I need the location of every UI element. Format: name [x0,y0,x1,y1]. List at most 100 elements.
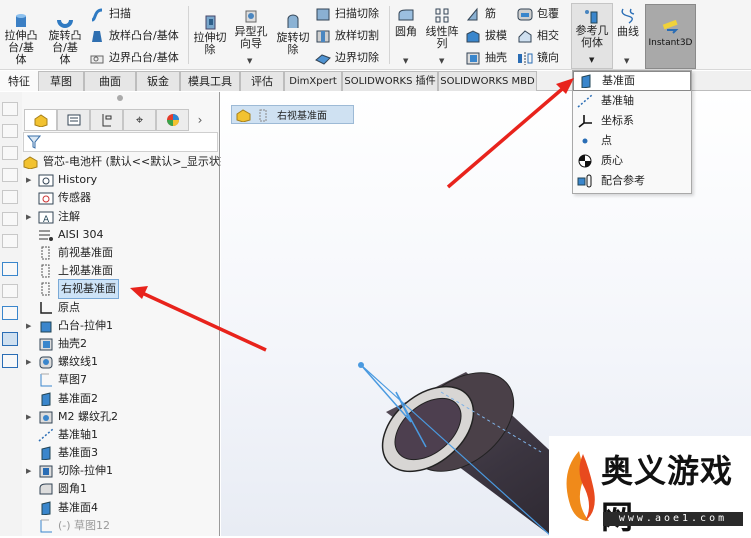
boundary-boss-button[interactable]: 边界凸台/基体 [89,49,179,67]
extrude-boss-button[interactable]: 拉伸凸台/基体 [3,12,39,66]
expand-arrow-icon[interactable]: ▶ [26,171,34,189]
copy-icon[interactable] [2,332,18,346]
tree-item[interactable]: 右视基准面 [22,279,220,300]
extrude-cut-button[interactable]: 拉伸切除 [192,14,228,56]
tree-item[interactable]: 前视基准面 [22,244,220,262]
expand-arrow-icon[interactable]: ▶ [26,408,34,426]
shell-button[interactable]: 抽壳 [465,49,507,67]
tree-item[interactable]: ▶ 螺纹线1 [22,353,220,371]
tree-item[interactable]: ▶ 凸台-拉伸1 [22,317,220,335]
tree-item[interactable]: ▶ 切除-拉伸1 [22,462,220,480]
menu-item-point[interactable]: 点 [573,131,691,151]
loft-cut-button[interactable]: 放样切割 [315,27,379,45]
tab-dimxpert-manager[interactable]: ⌖ [123,109,156,131]
paste-icon[interactable] [2,354,18,368]
menu-item-mate-reference[interactable]: 配合参考 [573,171,691,191]
extrude-icon [40,321,52,333]
curves-dropdown-caret[interactable]: ▼ [624,57,629,65]
hole-wizard-dropdown-caret[interactable]: ▼ [247,57,252,65]
ref-plane-icon [41,391,51,406]
tool-icon[interactable] [2,284,18,298]
fillet-dropdown-caret[interactable]: ▼ [403,57,408,65]
tree-item[interactable]: ▶ A 注解 [22,208,220,226]
draft-icon [466,29,480,42]
filter-icon [27,135,41,149]
tab-property-manager[interactable] [57,109,90,131]
linear-pattern-dropdown-caret[interactable]: ▼ [439,57,444,65]
watermark-url: www.aoe1.com [603,512,743,526]
expand-arrow-icon[interactable]: ▶ [26,208,34,226]
tree-filter-input[interactable] [23,132,218,152]
tree-item[interactable]: 传感器 [22,189,220,207]
linear-pattern-button[interactable]: 线性阵列 [424,8,460,50]
tree-item[interactable]: 基准轴1 [22,426,220,444]
panel-tabs-more-chevron-icon[interactable]: › [189,109,211,131]
select-icon[interactable] [2,262,18,276]
sweep-button[interactable]: 扫描 [89,5,131,23]
loft-boss-button[interactable]: 放样凸台/基体 [89,27,179,45]
display-icon[interactable] [2,306,18,320]
tree-item[interactable]: 上视基准面 [22,262,220,280]
menu-item-center-of-mass[interactable]: 质心 [573,151,691,171]
feature-manager-panel: ⌖ › 管芯-电池杆 (默认<<默认>_显示状态 ▶ History 传感器 ▶ A 注解… [22,92,231,536]
tab-feature-manager[interactable] [24,109,57,131]
tree-item[interactable]: AISI 304 [22,226,220,244]
expand-arrow-icon[interactable]: ▶ [26,317,34,335]
boundary-cut-button[interactable]: 边界切除 [315,49,379,67]
view-cube-icon[interactable] [2,190,18,204]
view-cube-icon[interactable] [2,234,18,248]
tree-item-label: (-) 草图12 [58,518,111,532]
tree-item[interactable]: 基准面2 [22,389,220,407]
tree-item[interactable]: ▶ History [22,171,220,189]
rib-button[interactable]: 筋 [465,5,496,23]
tab-display-manager[interactable] [156,109,189,131]
tab-sketch[interactable]: 草图 [38,71,84,91]
mirror-button[interactable]: 镜向 [517,49,559,67]
tab-dimxpert[interactable]: DimXpert [284,71,342,91]
tab-surfaces[interactable]: 曲面 [84,71,136,91]
curves-button[interactable]: 曲线 [614,8,642,38]
tree-item[interactable]: 草图7 [22,371,220,389]
hole-wizard-button[interactable]: 异型孔向导 [232,8,270,50]
tree-item[interactable]: 原点 [22,299,220,317]
sweep-cut-button[interactable]: 扫描切除 [315,5,379,23]
view-cube-icon[interactable] [2,168,18,182]
tree-item[interactable]: 抽壳2 [22,335,220,353]
tree-item[interactable]: 圆角1 [22,480,220,498]
panel-grip-handle[interactable] [117,95,123,101]
view-cube-icon[interactable] [2,124,18,138]
wrap-button[interactable]: 包覆 [517,5,559,23]
revolve-boss-button[interactable]: 旋转凸台/基体 [47,12,83,66]
revolve-cut-button[interactable]: 旋转切除 [275,14,311,56]
expand-arrow-icon[interactable]: ▶ [26,353,34,371]
command-manager-ribbon: 拉伸凸台/基体 旋转凸台/基体 扫描 放样凸台/基体 边界凸台/基体 拉伸切除 … [0,0,751,70]
tab-solidworks-mbd[interactable]: SOLIDWORKS MBD [438,71,537,91]
intersect-button[interactable]: 相交 [517,27,559,45]
expand-arrow-icon[interactable]: ▶ [26,462,34,480]
tab-mold-tools[interactable]: 模具工具 [180,71,240,91]
history-folder-icon [38,174,54,187]
menu-item-plane[interactable]: 基准面 [573,71,691,91]
view-cube-icon[interactable] [2,102,18,116]
tab-solidworks-addins[interactable]: SOLIDWORKS 插件 [342,71,438,91]
tree-item[interactable]: 基准面3 [22,444,220,462]
tree-item[interactable]: (-) 草图12 [22,517,220,535]
tab-sheet-metal[interactable]: 钣金 [136,71,180,91]
instant3d-button[interactable]: Instant3D [645,4,696,69]
menu-item-coordinate-system[interactable]: 坐标系 [573,111,691,131]
menu-item-axis[interactable]: 基准轴 [573,91,691,111]
tree-item[interactable]: ▶ M2 螺纹孔2 [22,408,220,426]
tab-configuration-manager[interactable] [90,109,123,131]
ref-geometry-button[interactable]: 参考几何体 ▼ [571,3,613,69]
view-cube-icon[interactable] [2,146,18,160]
tab-features[interactable]: 特征 [0,71,38,91]
fillet-button[interactable]: 圆角 [393,8,419,38]
view-cube-icon[interactable] [2,212,18,226]
ref-geometry-dropdown-caret[interactable]: ▼ [589,56,594,64]
wrap-icon [517,8,533,20]
tree-item-label: 基准面4 [58,500,98,514]
tree-item[interactable]: 基准面4 [22,499,220,517]
draft-button[interactable]: 拔模 [465,27,507,45]
tree-root-part[interactable]: 管芯-电池杆 (默认<<默认>_显示状态 [22,153,231,171]
tab-evaluate[interactable]: 评估 [240,71,284,91]
